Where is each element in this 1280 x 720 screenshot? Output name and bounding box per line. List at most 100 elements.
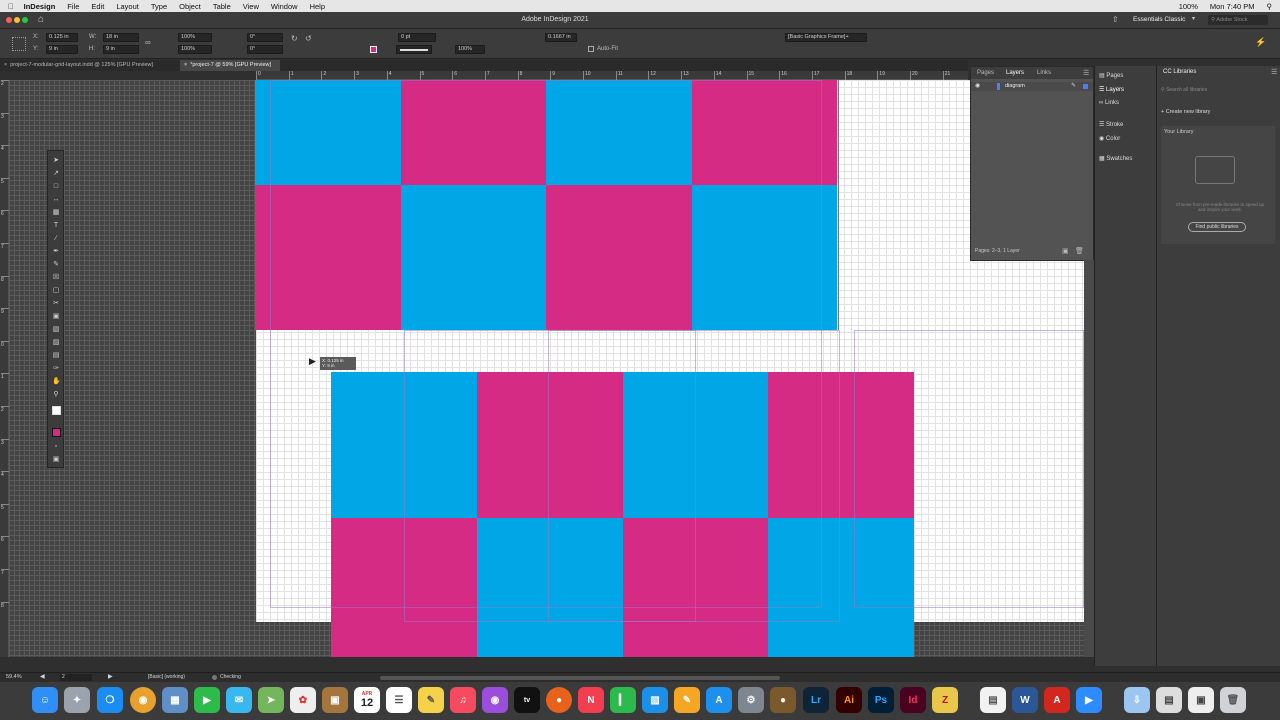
content-collector-icon[interactable]: ▦ xyxy=(52,209,60,216)
notes-icon[interactable]: ✎ xyxy=(418,687,444,713)
layer-name[interactable]: diagram xyxy=(1005,83,1025,89)
panel-swatches[interactable]: ▦ Swatches xyxy=(1099,155,1132,162)
gradient-swatch-tool-icon[interactable]: ▧ xyxy=(52,326,60,333)
grid-cell-magenta[interactable] xyxy=(546,185,692,330)
eyedropper-tool-icon[interactable]: ✑ xyxy=(52,365,60,372)
system-preferences-icon[interactable]: ⚙ xyxy=(738,687,764,713)
gutter-field[interactable]: 0.1667 in xyxy=(545,33,577,42)
panel-layers[interactable]: ☰ Layers xyxy=(1099,86,1124,93)
spotlight-icon[interactable]: ⚲ xyxy=(1267,2,1273,11)
acrobat-icon[interactable]: A xyxy=(1044,687,1070,713)
preview-icon[interactable]: ▦ xyxy=(162,687,188,713)
screen-mode-icon[interactable]: ▣ xyxy=(52,456,60,463)
menu-help[interactable]: Help xyxy=(310,2,325,11)
menu-object[interactable]: Object xyxy=(179,2,201,11)
launchpad-icon[interactable]: ✦ xyxy=(64,687,90,713)
indesign-icon[interactable]: Id xyxy=(900,687,926,713)
photoshop-icon[interactable]: Ps xyxy=(868,687,894,713)
preflight-profile[interactable]: [Basic] (working) xyxy=(148,674,185,680)
library-search-input[interactable]: ⚲ Search all libraries xyxy=(1161,87,1275,97)
formatting-affects-icon[interactable]: ▫ xyxy=(52,443,60,450)
lightroom-icon[interactable]: Lr xyxy=(803,687,829,713)
apple-tv-icon[interactable]: tv xyxy=(514,687,540,713)
apple-icon[interactable]:  xyxy=(8,2,14,11)
auto-fit-checkbox[interactable] xyxy=(588,46,594,52)
grid-cell-magenta[interactable] xyxy=(331,518,477,657)
quick-apply-icon[interactable]: ⚡ xyxy=(1255,37,1266,48)
panel-pages[interactable]: ▤ Pages xyxy=(1099,72,1123,79)
music-icon[interactable]: ♫ xyxy=(450,687,476,713)
menu-view[interactable]: View xyxy=(243,2,259,11)
trash-icon[interactable]: 🗑 xyxy=(1220,687,1246,713)
selection-tool-icon[interactable]: ➤ xyxy=(52,157,60,164)
grid-cell-cyan[interactable] xyxy=(768,518,914,657)
trash-icon[interactable]: 🗑 xyxy=(1075,247,1084,255)
zotero-icon[interactable]: Z xyxy=(932,687,958,713)
firefox-icon[interactable]: ● xyxy=(546,687,572,713)
tab-pages[interactable]: Pages xyxy=(977,70,994,76)
share-icon[interactable]: ⇧ xyxy=(1112,15,1119,24)
fill-swatch-icon[interactable] xyxy=(370,46,377,53)
grid-cell-magenta[interactable] xyxy=(768,372,914,518)
grid-cell-magenta[interactable] xyxy=(476,372,623,518)
panel-menu-icon[interactable]: ☰ xyxy=(1083,69,1089,77)
create-library-button[interactable]: + Create new library xyxy=(1161,109,1210,115)
grid-cell-cyan[interactable] xyxy=(622,372,769,518)
object-style-select[interactable]: [Basic Graphics Frame]+ xyxy=(785,33,867,42)
panel-color[interactable]: ◉ Color xyxy=(1099,135,1120,142)
hand-tool-icon[interactable]: ✋ xyxy=(52,378,61,385)
chrome-icon[interactable]: ◉ xyxy=(130,687,156,713)
horizontal-scrollbar[interactable] xyxy=(380,676,780,680)
pen-tool-icon[interactable]: ✒ xyxy=(52,248,60,255)
grid-cell-cyan[interactable] xyxy=(476,518,623,657)
page-number-field[interactable]: 2 xyxy=(60,674,92,681)
pages-icon[interactable]: ✎ xyxy=(674,687,700,713)
page-tool-icon[interactable]: □ xyxy=(52,183,60,190)
podcasts-icon[interactable]: ◉ xyxy=(482,687,508,713)
grid-cell-cyan[interactable] xyxy=(691,185,837,330)
calendar-icon[interactable]: APR 12 xyxy=(354,687,380,713)
tab-close-icon[interactable]: × xyxy=(4,62,7,68)
next-page-icon[interactable]: ▶ xyxy=(108,673,113,680)
type-tool-icon[interactable]: T xyxy=(52,222,60,229)
opacity-field[interactable]: 100% xyxy=(455,45,485,54)
menu-table[interactable]: Table xyxy=(213,2,231,11)
rotate-angle-field[interactable]: 0° xyxy=(247,33,283,42)
screenshot-icon[interactable]: ▣ xyxy=(1188,687,1214,713)
reminders-icon[interactable]: ☰ xyxy=(386,687,412,713)
stroke-type-select[interactable] xyxy=(396,45,432,54)
sequel-icon[interactable]: ● xyxy=(770,687,796,713)
menu-file[interactable]: File xyxy=(67,2,79,11)
zoom-level[interactable]: 59.4% xyxy=(6,674,22,680)
zoom-app-icon[interactable]: ▶ xyxy=(1076,687,1102,713)
note-tool-icon[interactable]: ▤ xyxy=(52,352,60,359)
constrain-proportions-icon[interactable]: ∞ xyxy=(145,38,151,47)
eye-icon[interactable]: ◉ xyxy=(975,82,980,89)
reference-point-icon[interactable] xyxy=(12,37,26,51)
grid-cell-cyan[interactable] xyxy=(546,80,692,185)
finder-icon[interactable]: ☺ xyxy=(32,687,58,713)
document-icon[interactable]: ▤ xyxy=(980,687,1006,713)
rectangle-tool-icon[interactable]: ▢ xyxy=(52,287,60,294)
grid-cell-cyan[interactable] xyxy=(331,372,477,518)
tab-links[interactable]: Links xyxy=(1037,70,1051,76)
stroke-weight-field[interactable]: 0 pt xyxy=(398,33,436,42)
illustrator-icon[interactable]: Ai xyxy=(836,687,862,713)
scale-x-field[interactable]: 100% xyxy=(178,33,212,42)
word-icon[interactable]: W xyxy=(1012,687,1038,713)
notes-folder-icon[interactable]: ▣ xyxy=(322,687,348,713)
vertical-ruler[interactable]: 2 3 4 5 6 7 8 9 0 1 2 3 4 5 6 7 8 xyxy=(0,80,9,657)
grid-cell-magenta[interactable] xyxy=(691,80,837,185)
fill-stroke-icon[interactable] xyxy=(52,406,61,415)
fill-color-swatch[interactable] xyxy=(52,428,61,437)
line-tool-icon[interactable]: ∕ xyxy=(52,235,60,242)
panel-stroke[interactable]: ☰ Stroke xyxy=(1099,121,1123,128)
layer-row[interactable]: ◉ diagram ✎ xyxy=(971,82,1093,91)
stack-icon[interactable]: ▤ xyxy=(1156,687,1182,713)
panel-menu-icon[interactable]: ☰ xyxy=(1271,68,1277,76)
workspace-switcher[interactable]: Essentials Classic xyxy=(1133,16,1185,23)
numbers-icon[interactable]: ▎ xyxy=(610,687,636,713)
grid-cell-magenta[interactable] xyxy=(622,518,769,657)
grid-cell-cyan[interactable] xyxy=(255,80,401,185)
rotate-cw-icon[interactable]: ↻ xyxy=(291,34,298,43)
